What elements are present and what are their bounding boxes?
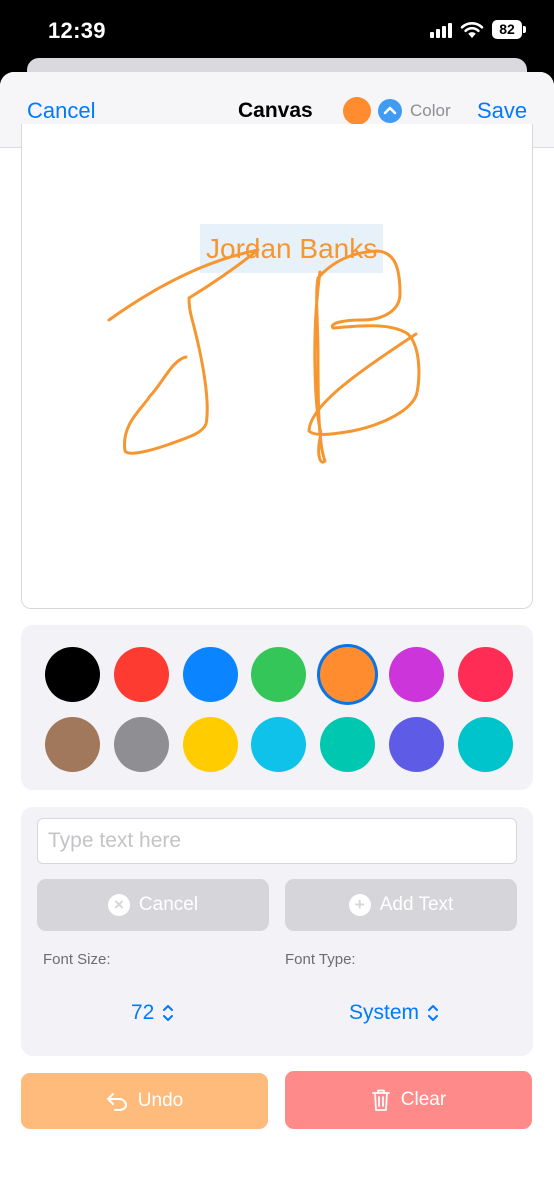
current-color-swatch[interactable]	[343, 97, 371, 125]
color-swatch[interactable]	[113, 647, 169, 702]
chevron-up-down-icon	[428, 1005, 439, 1021]
color-palette	[21, 625, 533, 790]
font-type-picker[interactable]: System	[349, 1001, 440, 1025]
battery-icon: 82	[492, 20, 526, 39]
font-type-label: Font Type:	[285, 951, 356, 968]
nav-save-button[interactable]: Save	[477, 98, 527, 124]
undo-button[interactable]: Undo	[21, 1073, 268, 1129]
font-size-label: Font Size:	[43, 951, 111, 968]
clear-label: Clear	[400, 1089, 447, 1110]
color-swatch[interactable]	[389, 717, 444, 772]
color-swatch[interactable]	[320, 717, 376, 772]
chevron-up-down-icon	[163, 1005, 174, 1021]
battery-level: 82	[492, 20, 522, 39]
status-time: 12:39	[48, 18, 106, 43]
color-swatch[interactable]	[182, 647, 238, 702]
wifi-icon	[460, 21, 484, 38]
undo-label: Undo	[137, 1090, 184, 1111]
color-swatch[interactable]	[251, 647, 307, 702]
color-swatch[interactable]	[320, 647, 376, 702]
text-cancel-button[interactable]: × Cancel	[37, 879, 269, 931]
signature-strokes	[107, 248, 421, 464]
color-swatch[interactable]	[389, 647, 444, 702]
color-swatch[interactable]	[45, 647, 100, 702]
undo-arrow-icon	[106, 1093, 127, 1111]
nav-cancel-button[interactable]: Cancel	[27, 98, 95, 124]
clear-button[interactable]: Clear	[285, 1071, 532, 1129]
color-swatch[interactable]	[457, 647, 513, 702]
chevron-up-icon[interactable]	[378, 99, 402, 123]
font-size-value: 72	[131, 1001, 155, 1024]
font-size-picker[interactable]: 72	[131, 1001, 175, 1025]
color-swatch[interactable]	[113, 717, 169, 772]
color-swatch[interactable]	[45, 717, 100, 772]
text-input[interactable]	[37, 818, 517, 864]
font-type-value: System	[349, 1001, 420, 1024]
drawing-canvas[interactable]: Jordan Banks	[21, 124, 533, 609]
plus-circle-icon: +	[348, 894, 371, 916]
status-bar: 12:39 82	[0, 0, 554, 62]
add-text-label: Add Text	[379, 894, 454, 915]
signature-drawing	[107, 248, 421, 464]
add-text-button[interactable]: + Add Text	[285, 879, 517, 931]
color-swatch[interactable]	[457, 717, 513, 772]
status-icons: 82	[430, 20, 526, 39]
canvas-sheet: Cancel Canvas Color Save Jordan Banks × …	[0, 72, 554, 1200]
text-cancel-label: Cancel	[138, 894, 199, 915]
text-panel: × Cancel + Add Text Font Size: Font Type…	[21, 807, 533, 1056]
nav-title: Canvas	[238, 99, 313, 122]
color-label[interactable]: Color	[410, 101, 451, 121]
cellular-signal-icon	[430, 22, 452, 38]
color-swatch[interactable]	[251, 717, 307, 772]
trash-icon	[371, 1089, 390, 1111]
color-swatch[interactable]	[182, 717, 238, 772]
close-circle-icon: ×	[107, 894, 130, 916]
